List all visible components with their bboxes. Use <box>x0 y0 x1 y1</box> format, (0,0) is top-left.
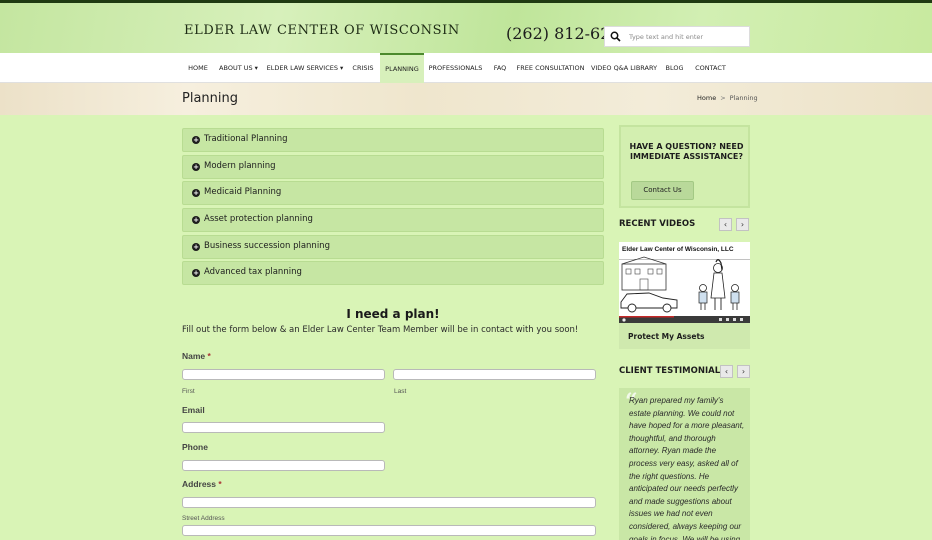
chevron-right-icon[interactable]: › <box>736 218 749 231</box>
accordion-label: Asset protection planning <box>204 214 313 224</box>
address-label-text: Address <box>182 479 217 489</box>
accordion-item[interactable]: + Traditional Planning <box>182 128 604 152</box>
nav-professionals[interactable]: PROFESSIONALS <box>427 53 484 83</box>
accordion-label: Business succession planning <box>204 241 330 251</box>
accordion-label: Medicaid Planning <box>204 187 282 197</box>
nav-free-consultation[interactable]: FREE CONSULTATION <box>516 53 585 83</box>
video-card[interactable]: Elder Law Center of Wisconsin, LLC Prote… <box>619 242 750 349</box>
search-box <box>604 26 750 47</box>
email-label: Email <box>182 405 205 415</box>
accordion-label: Traditional Planning <box>204 134 288 144</box>
search-icon[interactable] <box>605 27 626 46</box>
page-title: Planning <box>182 91 238 106</box>
name-label-text: Name <box>182 351 206 361</box>
accordion-item[interactable]: + Modern planning <box>182 155 604 179</box>
contact-us-button[interactable]: Contact Us <box>631 181 694 200</box>
first-name-sublabel: First <box>182 388 195 395</box>
phone-label: Phone <box>182 442 208 452</box>
phone-field[interactable] <box>182 460 385 471</box>
chevron-left-icon[interactable]: ‹ <box>719 218 732 231</box>
plus-circle-icon: + <box>192 136 200 144</box>
nav-home[interactable]: HOME <box>183 53 213 83</box>
client-testimonials-heading: CLIENT TESTIMONIALS <box>619 366 727 376</box>
breadcrumb: Home > Planning <box>697 94 758 102</box>
video-caption[interactable]: Protect My Assets <box>628 332 705 341</box>
chevron-right-icon[interactable]: › <box>737 365 750 378</box>
accordion-item[interactable]: + Advanced tax planning <box>182 261 604 285</box>
question-text: HAVE A QUESTION? NEED IMMEDIATE ASSISTAN… <box>629 142 744 161</box>
plus-circle-icon: + <box>192 243 200 251</box>
plus-circle-icon: + <box>192 189 200 197</box>
nav-planning[interactable]: PLANNING <box>380 53 424 83</box>
street-address-input[interactable] <box>182 497 596 508</box>
form-intro: Fill out the form below & an Elder Law C… <box>182 325 579 335</box>
testimonial-card: “ Ryan prepared my family's estate plann… <box>619 388 750 540</box>
required-mark: * <box>207 351 211 361</box>
form-title: I need a plan! <box>346 307 440 321</box>
address-line-2-input[interactable] <box>182 525 596 536</box>
accordion-label: Modern planning <box>204 161 276 171</box>
name-label: Name * <box>182 351 211 361</box>
nav-blog[interactable]: BLOG <box>662 53 687 83</box>
nav-faq[interactable]: FAQ <box>489 53 511 83</box>
page-title-band <box>0 83 932 115</box>
last-name-input[interactable] <box>393 369 596 380</box>
search-input[interactable] <box>629 29 747 44</box>
nav-elder-law-services[interactable]: ELDER LAW SERVICES ▾ <box>266 53 344 83</box>
video-thumbnail[interactable]: Elder Law Center of Wisconsin, LLC <box>619 242 750 323</box>
chevron-left-icon[interactable]: ‹ <box>720 365 733 378</box>
main-nav: HOME ABOUT US ▾ ELDER LAW SERVICES ▾ CRI… <box>0 53 932 83</box>
site-header: ELDER LAW CENTER OF WISCONSIN (262) 812-… <box>0 3 932 53</box>
last-name-sublabel: Last <box>394 388 407 395</box>
nav-about-us[interactable]: ABOUT US ▾ <box>217 53 260 83</box>
first-name-input[interactable] <box>182 369 385 380</box>
question-widget: HAVE A QUESTION? NEED IMMEDIATE ASSISTAN… <box>619 125 750 208</box>
plus-circle-icon: + <box>192 163 200 171</box>
nav-video-library[interactable]: VIDEO Q&A LIBRARY <box>590 53 658 83</box>
testimonial-text: Ryan prepared my family's estate plannin… <box>629 396 745 540</box>
breadcrumb-home[interactable]: Home <box>697 94 716 102</box>
email-field[interactable] <box>182 422 385 433</box>
nav-crisis[interactable]: CRISIS <box>348 53 378 83</box>
required-mark: * <box>218 479 222 489</box>
accordion-item[interactable]: + Business succession planning <box>182 235 604 259</box>
site-title[interactable]: ELDER LAW CENTER OF WISCONSIN <box>184 23 460 38</box>
nav-contact[interactable]: CONTACT <box>692 53 729 83</box>
recent-videos-heading: RECENT VIDEOS <box>619 219 696 229</box>
accordion-item[interactable]: + Medicaid Planning <box>182 181 604 205</box>
accordion-label: Advanced tax planning <box>204 267 302 277</box>
accordion-item[interactable]: + Asset protection planning <box>182 208 604 232</box>
video-illustration <box>619 256 750 323</box>
address-label: Address * <box>182 479 222 489</box>
plus-circle-icon: + <box>192 269 200 277</box>
breadcrumb-separator: > <box>720 94 726 102</box>
street-address-sublabel: Street Address <box>182 515 225 522</box>
breadcrumb-current: Planning <box>729 94 758 102</box>
plus-circle-icon: + <box>192 216 200 224</box>
